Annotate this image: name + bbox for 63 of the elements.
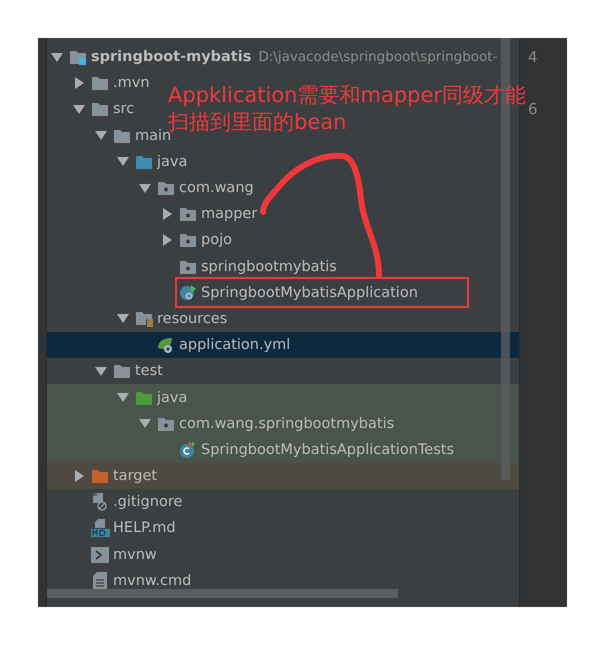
row-highlight[interactable]: application.yml [47, 332, 519, 358]
tree-item[interactable]: mvnw [113, 546, 157, 563]
collapse-arrow-icon[interactable] [139, 419, 151, 428]
collapse-arrow-icon[interactable] [95, 131, 107, 140]
module-path: D:\javacode\springboot\springboot- [258, 49, 498, 66]
collapse-arrow-icon[interactable] [117, 393, 129, 402]
folder-icon [91, 102, 109, 116]
collapse-arrow-icon[interactable] [51, 52, 63, 62]
tree-item[interactable]: SpringbootMybatisApplicationTests [201, 442, 454, 458]
tree-item[interactable]: target [113, 468, 158, 484]
folder-icon [135, 390, 153, 405]
package-icon [179, 260, 197, 274]
folder-icon [91, 76, 109, 90]
horizontal-scrollbar[interactable] [47, 589, 398, 598]
row-highlight[interactable]: java [47, 384, 519, 411]
tree-item[interactable]: springboot-mybatis [91, 49, 252, 66]
tree-item[interactable]: springbootmybatis [201, 258, 337, 275]
folder-icon [113, 364, 131, 378]
tree-item[interactable]: HELP.md [113, 520, 176, 536]
tree-item[interactable]: java [157, 154, 188, 170]
row-highlight[interactable]: target [47, 463, 519, 490]
package-icon [157, 181, 175, 196]
collapse-arrow-icon[interactable] [117, 157, 129, 166]
ignore-file-icon [91, 493, 109, 512]
tree-item[interactable]: com.wang [179, 180, 254, 196]
tree-item[interactable]: src [113, 101, 134, 118]
row-highlight[interactable]: SpringbootMybatisApplicationTests [47, 436, 519, 463]
resources-folder-icon [134, 310, 154, 327]
tree-item[interactable]: .mvn [113, 75, 150, 92]
text-file-icon [93, 572, 107, 590]
tree-item[interactable]: pojo [201, 232, 232, 248]
package-icon [179, 233, 197, 248]
tree-item[interactable]: SpringbootMybatisApplication [201, 284, 418, 301]
annotation-text: Appklication需要和mapper同级才能 [168, 82, 526, 109]
markdown-file-icon [90, 519, 110, 538]
line-number: 4 [528, 48, 539, 66]
collapse-arrow-icon[interactable] [73, 104, 85, 114]
collapse-arrow-icon[interactable] [117, 314, 129, 324]
expand-arrow-icon[interactable] [162, 234, 172, 246]
test-class-icon [179, 440, 197, 459]
tree-item[interactable]: mapper [201, 206, 258, 222]
folder-icon [135, 154, 153, 169]
line-number: 6 [528, 100, 539, 118]
expand-arrow-icon[interactable] [162, 208, 172, 220]
tree-item[interactable]: com.wang.springbootmybatis [179, 416, 394, 432]
tree-item[interactable]: application.yml [179, 337, 290, 354]
collapse-arrow-icon[interactable] [139, 184, 151, 193]
tree-item[interactable]: java [157, 390, 188, 406]
spring-class-icon [179, 284, 197, 302]
package-icon [157, 416, 175, 431]
tree-item[interactable]: .gitignore [113, 494, 182, 510]
tree-item[interactable]: test [135, 363, 163, 380]
package-icon [179, 207, 197, 222]
module-icon [69, 49, 87, 66]
folder-icon [91, 469, 109, 484]
tree-item[interactable]: resources [157, 310, 228, 327]
terminal-icon [91, 546, 109, 563]
tree-item[interactable]: mvnw.cmd [113, 572, 192, 589]
row-highlight[interactable]: com.wang.springbootmybatis [47, 410, 519, 437]
expand-arrow-icon[interactable] [74, 77, 84, 90]
expand-arrow-icon[interactable] [74, 470, 84, 482]
collapse-arrow-icon[interactable] [95, 366, 107, 376]
folder-icon [113, 128, 131, 143]
